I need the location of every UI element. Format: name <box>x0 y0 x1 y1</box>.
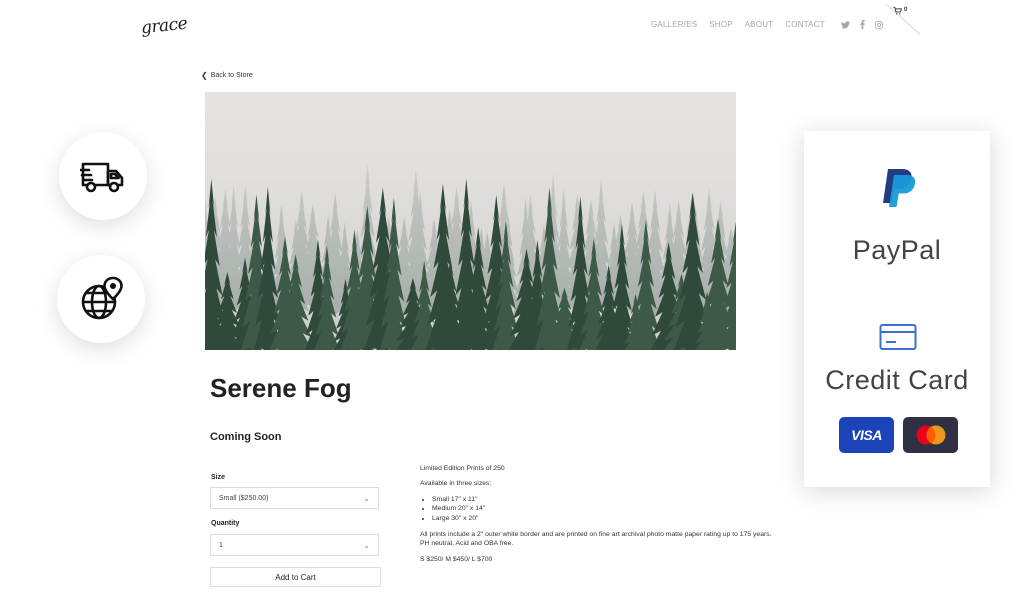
payment-methods-card: PayPal Credit Card VISA <box>804 131 990 487</box>
paypal-icon <box>883 169 916 207</box>
product-title: Serene Fog <box>210 373 352 403</box>
sizes-list: Small 17" x 11" Medium 20" x 14" Large 3… <box>420 495 780 523</box>
size-label: Size <box>211 474 226 481</box>
availability-status: Coming Soon <box>210 431 282 443</box>
price-summary: S $250/ M $450/ L $700 <box>420 555 493 563</box>
back-to-store-label: Back to Store <box>210 72 253 79</box>
credit-card-label: Credit Card <box>825 365 969 395</box>
list-item: Medium 20" x 14" <box>432 504 780 513</box>
product-image <box>205 92 736 350</box>
cart-count: 0 <box>904 7 908 13</box>
product-description: Limited Edition Prints of 250 Available … <box>420 464 780 570</box>
list-item: Large 30" x 20" <box>432 514 780 523</box>
visa-logo: VISA <box>839 417 894 453</box>
size-select[interactable]: Small ($250.00) ⌄ <box>210 487 379 509</box>
add-to-cart-button[interactable]: Add to Cart <box>210 567 381 587</box>
site-logo[interactable]: grace <box>140 14 188 39</box>
quantity-value: 1 <box>219 541 223 549</box>
delivery-truck-icon <box>80 162 124 193</box>
facebook-icon[interactable] <box>860 20 865 29</box>
main-nav: GALLERIES SHOP ABOUT CONTACT <box>651 20 883 29</box>
cart-button[interactable]: 0 <box>893 7 907 15</box>
instagram-icon[interactable] <box>874 20 883 29</box>
paypal-label: PayPal <box>852 235 942 265</box>
nav-about[interactable]: ABOUT <box>745 20 774 29</box>
nav-contact[interactable]: CONTACT <box>785 20 824 29</box>
chevron-down-icon: ⌄ <box>363 493 370 503</box>
mastercard-logo <box>903 417 958 453</box>
chevron-down-icon: ⌄ <box>363 540 370 550</box>
twitter-icon[interactable] <box>840 20 850 29</box>
chevron-left-icon: ❮ <box>201 71 208 80</box>
globe-location-icon <box>81 276 123 320</box>
cart-icon <box>893 7 902 15</box>
worldwide-badge <box>57 255 145 343</box>
social-links <box>840 20 883 29</box>
quantity-label: Quantity <box>211 520 240 527</box>
edition-text: Limited Edition Prints of 250 <box>420 465 505 472</box>
print-details: All prints include a 2" outer white bord… <box>420 531 772 548</box>
quantity-select[interactable]: 1 ⌄ <box>210 534 379 556</box>
list-item: Small 17" x 11" <box>432 495 780 504</box>
credit-card-icon <box>879 324 917 350</box>
size-value: Small ($250.00) <box>219 494 269 502</box>
nav-galleries[interactable]: GALLERIES <box>651 20 697 29</box>
nav-shop[interactable]: SHOP <box>709 20 732 29</box>
back-to-store-link[interactable]: ❮ Back to Store <box>201 71 253 80</box>
sizes-intro: Available in three sizes: <box>420 480 492 488</box>
shipping-badge <box>59 132 147 220</box>
